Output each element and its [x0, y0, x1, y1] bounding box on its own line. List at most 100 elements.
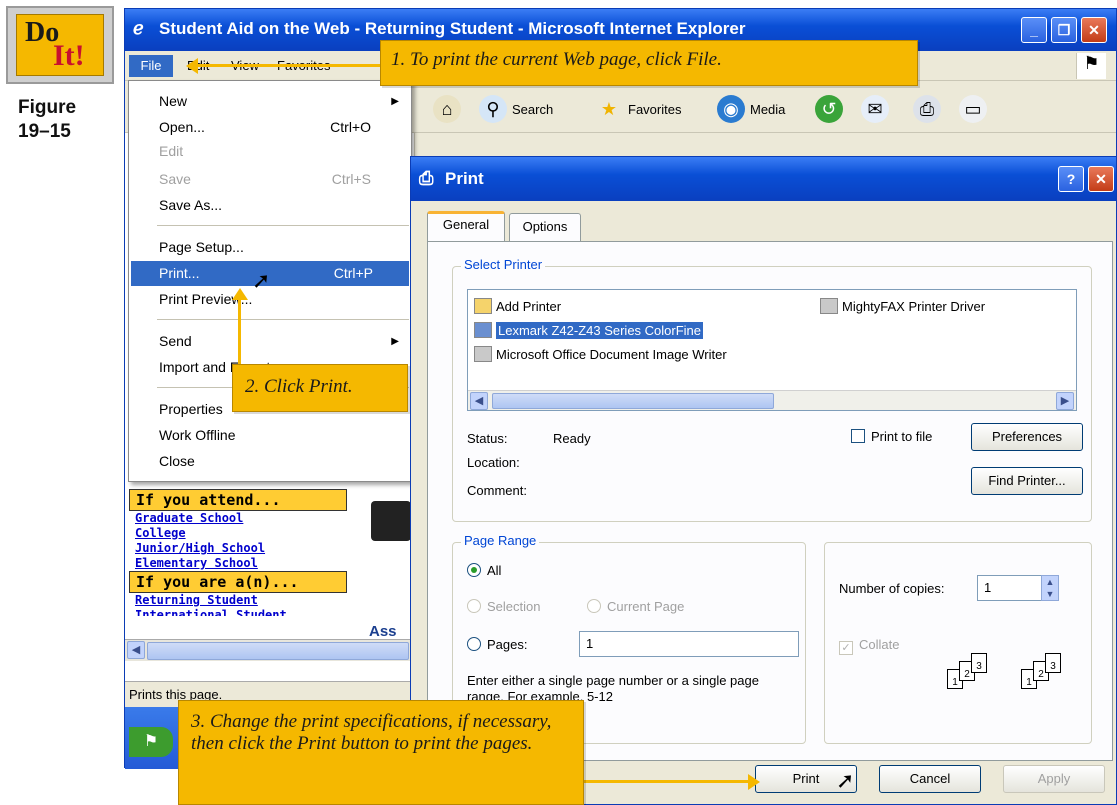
mouse-pointer-icon: ➚ — [252, 268, 271, 293]
range-current-option[interactable]: Current Page — [587, 599, 684, 614]
collate-page-icon: 3 — [1045, 653, 1061, 673]
range-all-option[interactable]: All — [467, 563, 501, 578]
scroll-left-icon[interactable]: ◀ — [470, 392, 488, 410]
menu-item-new[interactable]: New ▶ — [159, 89, 407, 114]
callout1-arrow-icon — [186, 58, 198, 74]
attend-box: If you attend... Graduate School College… — [129, 489, 347, 616]
printer-lexmark[interactable]: Lexmark Z42-Z43 Series ColorFine — [474, 320, 704, 342]
printer-icon — [474, 346, 492, 362]
printer-add-label: Add Printer — [496, 299, 562, 314]
link-junior-high-school[interactable]: Junior/High School — [129, 541, 347, 556]
copies-spinner[interactable]: ▲ ▼ — [1041, 575, 1059, 601]
menu-separator — [157, 225, 409, 226]
callout-step-2: 2. Click Print. — [232, 364, 408, 412]
link-college[interactable]: College — [129, 526, 347, 541]
range-all-radio[interactable] — [467, 563, 481, 577]
menu-item-close[interactable]: Close — [159, 449, 407, 474]
menu-item-work-offline[interactable]: Work Offline — [159, 423, 407, 448]
page-range-label: Page Range — [461, 533, 540, 548]
printer-ms-office[interactable]: Microsoft Office Document Image Writer — [474, 344, 727, 366]
scroll-right-icon[interactable]: ▶ — [1056, 392, 1074, 410]
copies-input[interactable]: 1 — [977, 575, 1047, 601]
page-scroll-thumb[interactable] — [147, 642, 409, 660]
copies-label: Number of copies: — [839, 581, 945, 596]
pages-input[interactable]: 1 — [579, 631, 799, 657]
help-button[interactable]: ? — [1058, 166, 1084, 192]
home-icon: ⌂ — [433, 95, 461, 123]
favorites-label: Favorites — [628, 101, 682, 117]
range-current-label: Current Page — [607, 599, 685, 614]
search-button[interactable]: ⚲ Search — [479, 95, 553, 123]
printer-list[interactable]: Add Printer MightyFAX Printer Driver Lex… — [467, 289, 1077, 411]
menu-item-open[interactable]: Open... Ctrl+O — [159, 115, 407, 140]
select-printer-label: Select Printer — [461, 257, 546, 272]
menu-item-print-preview[interactable]: Print Preview... — [159, 287, 407, 312]
media-icon: ◉ — [717, 95, 745, 123]
printer-scroll-thumb[interactable] — [492, 393, 774, 409]
badge-it: It! — [53, 39, 85, 72]
media-button[interactable]: ◉ Media — [717, 95, 785, 123]
range-pages-radio[interactable] — [467, 637, 481, 651]
printer-icon: ⎙ — [913, 95, 941, 123]
menu-item-send[interactable]: Send ▶ — [159, 329, 407, 354]
windows-flag-icon: ⚑ — [1076, 53, 1106, 79]
copies-group: Number of copies: 1 ▲ ▼ ✓ Collate 1 2 3 1 … — [824, 542, 1092, 744]
range-all-label: All — [487, 563, 502, 578]
menu-item-save-as[interactable]: Save As... — [159, 193, 407, 218]
apply-button[interactable]: Apply — [1003, 765, 1105, 793]
close-button[interactable]: ✕ — [1081, 17, 1107, 43]
collate-option[interactable]: ✓ Collate — [839, 637, 899, 655]
range-current-radio[interactable] — [587, 599, 601, 613]
status-value: Ready — [553, 431, 591, 446]
scroll-left-icon[interactable]: ◀ — [127, 641, 145, 659]
dialog-close-button[interactable]: ✕ — [1088, 166, 1114, 192]
printer-mightyfax[interactable]: MightyFAX Printer Driver — [820, 296, 985, 318]
find-printer-button[interactable]: Find Printer... — [971, 467, 1083, 495]
tab-general[interactable]: General — [427, 211, 505, 241]
home-button[interactable]: ⌂ — [433, 95, 461, 123]
link-graduate-school[interactable]: Graduate School — [129, 511, 347, 526]
print-toolbar-button[interactable]: ⎙ — [913, 95, 941, 123]
print-to-file-checkbox[interactable]: Print to file — [851, 429, 932, 444]
collate-check[interactable]: ✓ — [839, 641, 853, 655]
menu-file[interactable]: File — [129, 55, 173, 77]
menu-item-edit[interactable]: Edit — [159, 139, 407, 164]
printer-add[interactable]: Add Printer — [474, 296, 561, 318]
printer-list-scrollbar[interactable]: ◀ ▶ — [468, 390, 1076, 410]
range-selection-option[interactable]: Selection — [467, 599, 540, 614]
figure-label-line2: 19–15 — [18, 121, 71, 142]
preferences-button[interactable]: Preferences — [971, 423, 1083, 451]
range-pages-option[interactable]: Pages: — [467, 637, 527, 652]
edit-page-button[interactable]: ▭ — [959, 95, 987, 123]
mail-button[interactable]: ✉ — [861, 95, 889, 123]
menu-item-open-label: Open... — [159, 119, 205, 135]
history-icon: ↺ — [815, 95, 843, 123]
print-to-file-label: Print to file — [871, 429, 933, 444]
link-elementary-school[interactable]: Elementary School — [129, 556, 347, 571]
favorites-button[interactable]: ★ Favorites — [595, 95, 682, 123]
maximize-button[interactable]: ❐ — [1051, 17, 1077, 43]
menu-item-work-offline-label: Work Offline — [159, 427, 236, 443]
minimize-button[interactable]: _ — [1021, 17, 1047, 43]
menu-item-page-setup-label: Page Setup... — [159, 239, 244, 255]
figure-label: Figure 19–15 — [18, 96, 76, 144]
print-to-file-check[interactable] — [851, 429, 865, 443]
menu-item-open-shortcut: Ctrl+O — [330, 119, 371, 135]
page-horizontal-scrollbar[interactable]: ◀ — [125, 639, 415, 661]
range-selection-label: Selection — [487, 599, 541, 614]
search-icon: ⚲ — [479, 95, 507, 123]
link-international-student[interactable]: International Student — [129, 608, 347, 616]
start-button[interactable]: ⚑ — [129, 727, 173, 757]
callout2-connector — [238, 296, 241, 366]
range-selection-radio[interactable] — [467, 599, 481, 613]
link-returning-student[interactable]: Returning Student — [129, 593, 347, 608]
menu-item-properties-label: Properties — [159, 401, 223, 417]
history-button[interactable]: ↺ — [815, 95, 843, 123]
cancel-button[interactable]: Cancel — [879, 765, 981, 793]
page-photo — [371, 501, 411, 541]
comment-label: Comment: — [467, 483, 527, 498]
menu-item-save[interactable]: Save Ctrl+S — [159, 167, 407, 192]
default-printer-icon — [474, 322, 492, 338]
tab-options[interactable]: Options — [509, 213, 581, 241]
menu-item-page-setup[interactable]: Page Setup... — [159, 235, 407, 260]
